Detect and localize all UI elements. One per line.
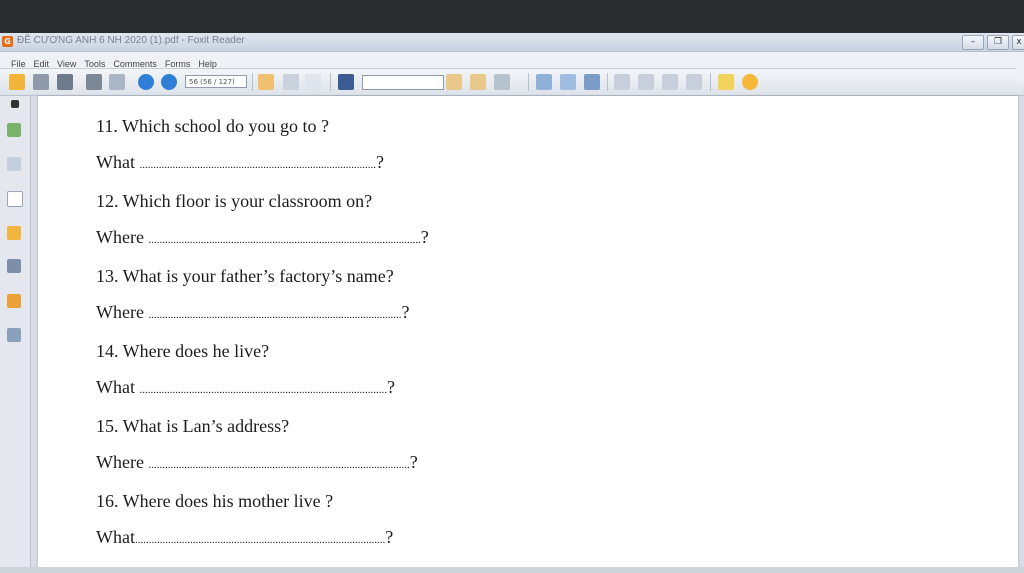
answer-line-13: Where ..................................… [96,302,410,322]
question-11: 11. Which school do you go to ? [96,116,329,136]
document-area: 11. Which school do you go to ? What ...… [31,96,1024,573]
fit-page-icon[interactable] [584,74,600,90]
restore-button[interactable]: ❐ [987,35,1009,50]
open-folder-icon[interactable] [9,74,25,90]
menu-view[interactable]: View [57,59,76,69]
hand-tool-icon[interactable] [258,74,274,90]
window-title: ĐỀ CƯƠNG ANH 6 NH 2020 (1).pdf - Foxit R… [17,35,245,46]
continuous-page-icon[interactable] [638,74,654,90]
foxit-reader-window: G ĐỀ CƯƠNG ANH 6 NH 2020 (1).pdf - Foxit… [0,33,1024,573]
find-icon[interactable] [338,74,354,90]
menu-file[interactable]: File [11,59,26,69]
security-icon[interactable] [7,294,21,308]
question-16: 16. Where does his mother live ? [96,491,334,511]
answer-line-15: Where ..................................… [96,452,418,472]
search-input[interactable] [362,75,444,90]
foxit-app-icon: G [2,36,13,47]
select-arrow-icon[interactable] [305,74,321,90]
comment-icon[interactable] [742,74,758,90]
pages-icon[interactable] [7,123,21,137]
rotate-icon[interactable] [560,74,576,90]
answer-line-11: What ...................................… [96,152,384,172]
close-button[interactable]: x [1012,35,1024,50]
document-options-icon[interactable] [494,74,510,90]
next-page-icon[interactable] [161,74,177,90]
find-previous-icon[interactable] [446,74,462,90]
layers-icon[interactable] [7,191,23,207]
question-14: 14. Where does he live? [96,341,270,361]
zoom-in-icon[interactable] [536,74,552,90]
menu-help[interactable]: Help [198,59,217,69]
question-15: 15. What is Lan’s address? [96,416,290,436]
screen-top-bar [0,0,1024,33]
single-page-icon[interactable] [614,74,630,90]
attachments-icon[interactable] [7,259,21,273]
cover-page-icon[interactable] [686,74,702,90]
email-icon[interactable] [109,74,125,90]
status-bar [0,567,1024,573]
minimize-button[interactable]: – [962,35,984,50]
menu-forms[interactable]: Forms [165,59,191,69]
answer-line-14: What ...................................… [96,377,395,397]
sidebar-toggle-icon[interactable] [11,100,19,108]
previous-page-icon[interactable] [138,74,154,90]
title-bar: G ĐỀ CƯƠNG ANH 6 NH 2020 (1).pdf - Foxit… [0,33,1024,52]
find-next-icon[interactable] [470,74,486,90]
edit-icon[interactable] [7,328,21,342]
save-as-icon[interactable] [57,74,73,90]
question-12: 12. Which floor is your classroom on? [96,191,373,211]
question-13: 13. What is your father’s factory’s name… [96,266,394,286]
menu-bar: File Edit View Tools Comments Forms Help [0,52,1024,69]
scrollbar-up-arrow[interactable] [1016,53,1024,81]
answer-line-16: What....................................… [96,527,394,547]
toolbar: 56 (56 / 127) [0,69,1024,96]
info-icon[interactable] [718,74,734,90]
menu-edit[interactable]: Edit [34,59,50,69]
comments-icon[interactable] [7,226,21,240]
answer-line-12: Where ..................................… [96,227,429,247]
menu-comments[interactable]: Comments [113,59,157,69]
bookmarks-icon[interactable] [7,157,21,171]
menu-tools[interactable]: Tools [84,59,105,69]
pdf-page: 11. Which school do you go to ? What ...… [38,96,1018,573]
select-text-icon[interactable] [283,74,299,90]
facing-page-icon[interactable] [662,74,678,90]
save-icon[interactable] [33,74,49,90]
print-icon[interactable] [86,74,102,90]
page-number-input[interactable]: 56 (56 / 127) [185,75,247,88]
navigation-sidebar [0,96,31,573]
